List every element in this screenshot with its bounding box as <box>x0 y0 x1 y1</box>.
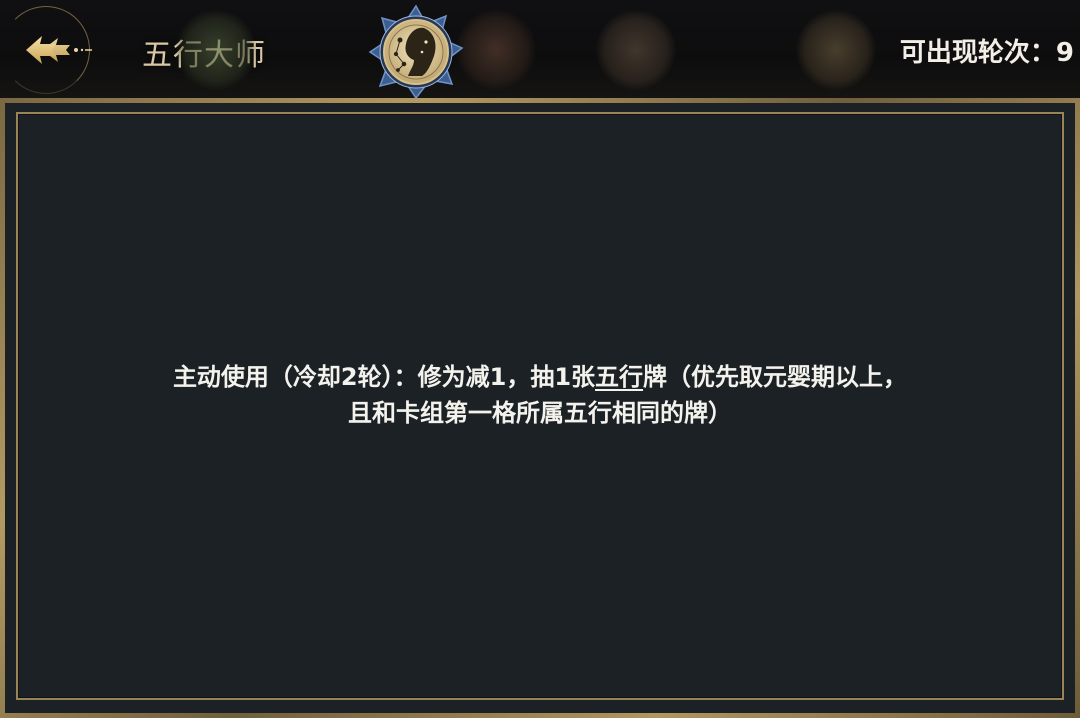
description-line-1: 主动使用（冷却2轮）：修为减1，抽1张五行牌（优先取元婴期以上， <box>60 359 1020 395</box>
dim-orb-icon <box>796 10 876 90</box>
detail-panel-border: 主动使用（冷却2轮）：修为减1，抽1张五行牌（优先取元婴期以上， 且和卡组第一格… <box>0 98 1080 718</box>
description-part-1: 主动使用（冷却2轮）：修为减1，抽1张 <box>172 363 596 391</box>
node-selected[interactable] <box>360 4 472 98</box>
detail-panel: 主动使用（冷却2轮）：修为减1，抽1张五行牌（优先取元婴期以上， 且和卡组第一格… <box>5 103 1075 713</box>
description-line-2: 且和卡组第一格所属五行相同的牌） <box>348 399 732 427</box>
node-locked-2[interactable] <box>580 4 692 96</box>
description-part-2: 牌（优先取元婴期以上， <box>643 363 908 391</box>
screen: 五行大师 <box>0 0 1080 718</box>
rounds-label: 可出现轮次： <box>899 38 1056 68</box>
constellation-medallion-icon <box>368 4 464 98</box>
back-button-frame <box>0 4 92 96</box>
skill-description: 主动使用（冷却2轮）：修为减1，抽1张五行牌（优先取元婴期以上， 且和卡组第一格… <box>60 359 1020 431</box>
keyword-link-wuxing[interactable]: 五行 <box>595 363 643 391</box>
dim-orb-icon <box>176 10 256 90</box>
node-locked-3[interactable] <box>780 4 892 96</box>
dim-orb-icon <box>596 10 676 90</box>
top-bar: 五行大师 <box>0 0 1080 98</box>
detail-panel-inner: 主动使用（冷却2轮）：修为减1，抽1张五行牌（优先取元婴期以上， 且和卡组第一格… <box>16 112 1064 700</box>
rounds-indicator: 可出现轮次： 9 <box>900 32 1074 69</box>
rounds-value: 9 <box>1055 38 1074 68</box>
node-locked-1[interactable] <box>160 4 272 96</box>
back-button[interactable] <box>22 30 92 70</box>
back-arrow-icon <box>26 36 92 64</box>
